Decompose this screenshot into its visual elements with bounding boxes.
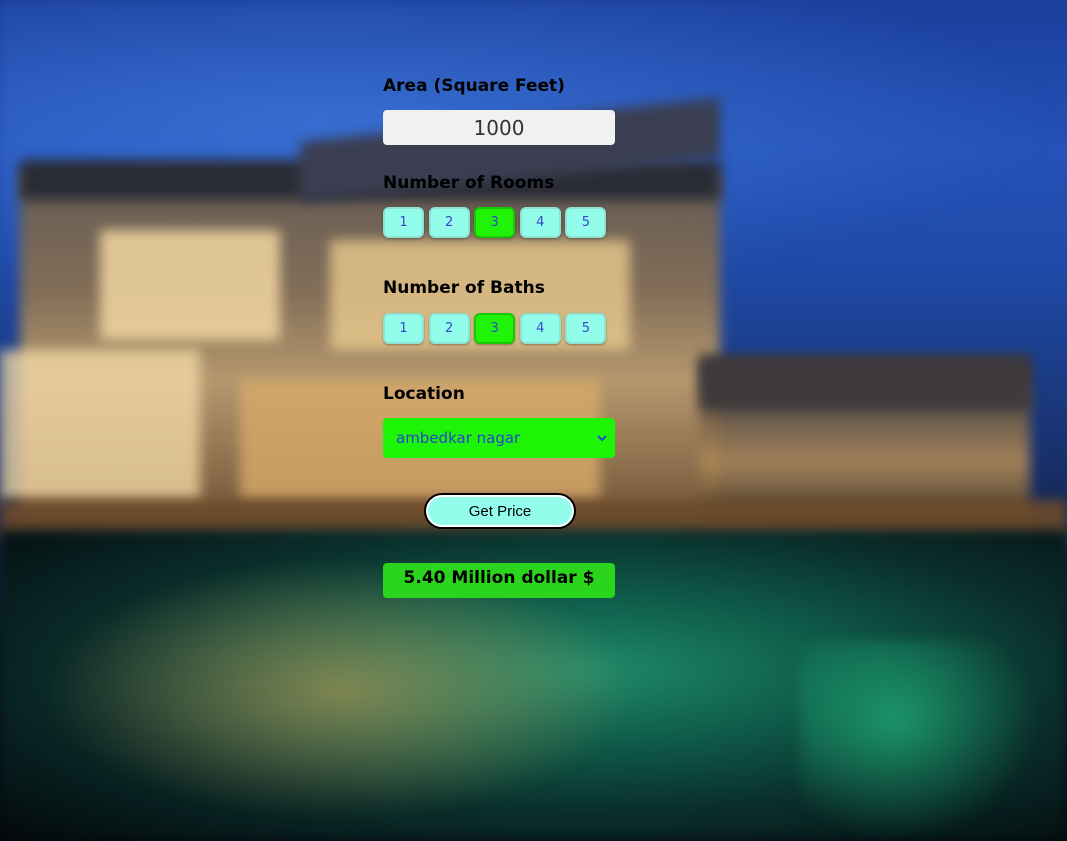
baths-options: 1 2 3 4 5 [383,313,611,344]
baths-label: Number of Baths [383,278,545,298]
rooms-label: Number of Rooms [383,173,555,193]
baths-option-4[interactable]: 4 [519,313,561,344]
price-result: 5.40 Million dollar $ [383,563,615,598]
rooms-options: 1 2 3 4 5 [383,207,611,238]
rooms-option-2[interactable]: 2 [428,207,470,238]
rooms-option-4[interactable]: 4 [519,207,561,238]
rooms-option-3[interactable]: 3 [474,207,516,238]
baths-option-3[interactable]: 3 [474,313,516,344]
get-price-button[interactable]: Get Price [424,493,576,529]
rooms-option-1[interactable]: 1 [383,207,424,238]
rooms-option-5[interactable]: 5 [565,207,607,238]
baths-option-5[interactable]: 5 [565,313,607,344]
location-label: Location [383,384,465,404]
location-selected-value: ambedkar nagar [396,429,521,447]
location-select[interactable]: ambedkar nagar [383,418,615,458]
area-label: Area (Square Feet) [383,76,565,96]
area-input[interactable] [383,110,615,145]
baths-option-1[interactable]: 1 [383,313,424,344]
baths-option-2[interactable]: 2 [428,313,470,344]
chevron-down-icon [597,435,607,442]
